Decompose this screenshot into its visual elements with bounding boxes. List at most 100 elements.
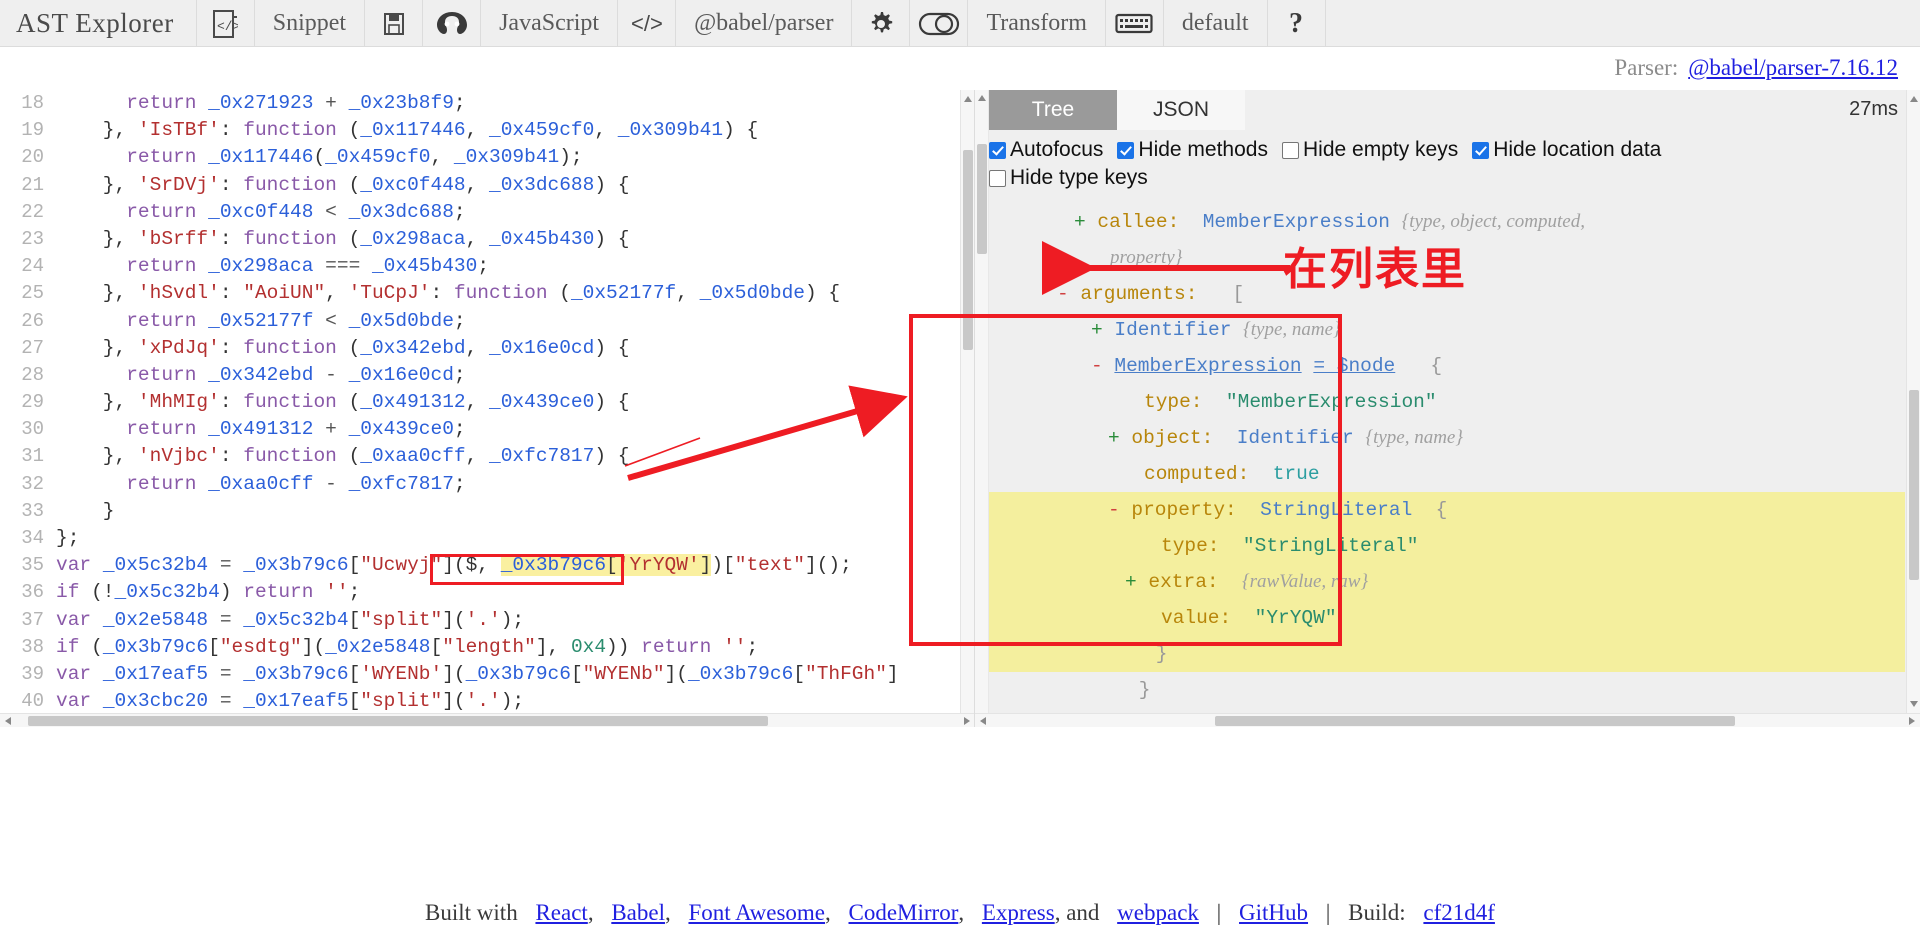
keymap-selector[interactable]: default [1164,0,1268,47]
code-editor[interactable]: 18 return _0x271923 + _0x23b8f9; 19 }, 'I… [0,90,975,727]
code-text: return _0x491312 + _0x439ce0; [126,418,466,441]
code-line[interactable]: 21 }, 'SrDVj': function (_0xc0f448, _0x3… [0,172,974,199]
code-line[interactable]: 19 }, 'IsTBf': function (_0x117446, _0x4… [0,117,974,144]
code-line[interactable]: 28 return _0x342ebd - _0x16e0cd; [0,362,974,389]
code-text: }; [56,527,80,549]
code-line[interactable]: 40 var _0x3cbc20 = _0x17eaf5["split"]('.'… [0,688,974,715]
scroll-left-arrow-icon[interactable] [5,717,11,725]
ast-tree-node[interactable]: value: "YrYQW" [989,600,1905,636]
code-line[interactable]: 36 if (!_0x5c32b4) return ''; [0,579,974,606]
checkbox-hide-empty-keys[interactable]: Hide empty keys [1281,136,1459,164]
footer-link-codemirror[interactable]: CodeMirror [849,900,959,926]
language-selector[interactable]: JavaScript [481,0,619,47]
ast-panel: Tree JSON 27ms Autofocus Hide methods Hi… [975,90,1920,727]
checkbox-box-icon[interactable] [1117,141,1135,159]
scroll-right-arrow-icon[interactable] [1909,717,1915,725]
scroll-thumb-horizontal[interactable] [28,716,768,726]
code-line[interactable]: 20 return _0x117446(_0x459cf0, _0x309b41… [0,144,974,171]
file-code-icon[interactable]: </> [197,0,255,47]
code-line[interactable]: 23 }, 'bSrff': function (_0x298aca, _0x4… [0,226,974,253]
scroll-up-arrow-icon[interactable] [964,96,972,102]
ast-tree-node[interactable]: } [989,636,1905,672]
tab-tree[interactable]: Tree [989,90,1117,130]
ast-horizontal-scrollbar[interactable] [975,713,1920,727]
line-number: 40 [21,690,44,713]
ast-tree-node[interactable]: + object: Identifier {type, name} [989,420,1905,456]
checkbox-autofocus[interactable]: Autofocus [989,136,1103,164]
checkbox-hide-methods[interactable]: Hide methods [1117,136,1268,164]
question-mark-icon[interactable]: ? [1268,0,1326,47]
code-line[interactable]: 38 if (_0x3b79c6["esdtg"](_0x2e5848["leng… [0,634,974,661]
checkbox-hide-location-data[interactable]: Hide location data [1472,136,1661,164]
checkbox-box-icon[interactable] [989,169,1006,187]
tab-json[interactable]: JSON [1117,90,1245,130]
ast-tree-node[interactable]: + extra: {rawValue, raw} [989,564,1905,600]
snippet-label[interactable]: Snippet [255,0,366,47]
editor-horizontal-scrollbar[interactable] [0,713,974,727]
checkbox-label: Hide empty keys [1302,138,1459,161]
expand-toggle-icon: + [1125,571,1137,593]
code-line[interactable]: 25 }, 'hSvdl': "AoiUN", 'TuCpJ': functio… [0,280,974,307]
footer-link-webpack[interactable]: webpack [1117,900,1199,926]
ast-tree-node[interactable]: computed: true [989,456,1905,492]
code-line[interactable]: 18 return _0x271923 + _0x23b8f9; [0,90,974,117]
scroll-thumb-horizontal[interactable] [1215,716,1735,726]
transform-selector[interactable]: Transform [968,0,1106,47]
page-scroll-strip[interactable] [975,90,989,713]
ast-tree-node[interactable]: + Identifier {type, name} [989,312,1905,348]
scroll-down-arrow-icon[interactable] [1910,701,1918,707]
footer-link-font-awesome[interactable]: Font Awesome [688,900,825,926]
code-line[interactable]: 37 var _0x2e5848 = _0x5c32b4["split"]('.'… [0,607,974,634]
floppy-save-icon[interactable] [365,0,424,47]
ast-tree-node[interactable]: - property: StringLiteral { [989,492,1905,528]
code-line[interactable]: 24 return _0x298aca === _0x45b430; [0,253,974,280]
line-number: 27 [21,336,44,359]
gear-icon[interactable] [852,0,911,47]
parser-version-link[interactable]: @babel/parser-7.16.12 [1688,55,1898,81]
code-line[interactable]: 31 }, 'nVjbc': function (_0xaa0cff, _0xf… [0,443,974,470]
scroll-left-arrow-icon[interactable] [980,717,986,725]
checkbox-box-icon[interactable] [1472,141,1490,159]
code-line[interactable]: 27 }, 'xPdJq': function (_0x342ebd, _0x1… [0,335,974,362]
line-number: 36 [21,581,44,604]
footer-link-express[interactable]: Express [982,900,1055,926]
scroll-thumb[interactable] [963,150,973,350]
code-line[interactable]: 29 }, 'MhMIg': function (_0x491312, _0x4… [0,389,974,416]
ast-vertical-scrollbar[interactable] [1906,90,1920,713]
scroll-thumb[interactable] [1909,390,1919,580]
checkbox-box-icon[interactable] [1281,141,1299,159]
code-line[interactable]: 39 var _0x17eaf5 = _0x3b79c6['WYENb'](_0x… [0,661,974,688]
checkbox-box-icon[interactable] [989,141,1006,159]
ast-tree-node[interactable]: type: "StringLiteral" [989,528,1905,564]
ast-tree-node[interactable]: } [989,672,1905,707]
code-line[interactable]: 33 } [0,498,974,525]
scroll-up-arrow-icon[interactable] [1910,96,1918,102]
toggle-switch-icon[interactable] [910,0,969,47]
line-number: 25 [21,282,44,305]
code-line[interactable]: 32 return _0xaa0cff - _0xfc7817; [0,471,974,498]
footer-build-hash[interactable]: cf21d4f [1423,900,1495,926]
code-text: return _0x52177f < _0x5d0bde; [126,309,466,332]
ast-view-tabs: Tree JSON [989,90,1245,130]
babel-logo-icon[interactable] [423,0,482,47]
ast-tree-node[interactable]: type: "MemberExpression" [989,384,1905,420]
code-line[interactable]: 30 return _0x491312 + _0x439ce0; [0,416,974,443]
code-line[interactable]: 34}; [0,525,974,552]
editor-vertical-scrollbar[interactable] [960,90,974,727]
parser-selector[interactable]: @babel/parser [676,0,853,47]
parser-label: Parser: [1614,55,1679,80]
code-brackets-icon[interactable]: </> [618,0,677,47]
checkbox-hide-type-keys[interactable]: Hide type keys [989,164,1148,192]
ast-tree-node[interactable]: - MemberExpression = $node { [989,348,1905,384]
code-line[interactable]: 22 return _0xc0f448 < _0x3dc688; [0,199,974,226]
code-line[interactable]: 35 var _0x5c32b4 = _0x3b79c6["Ucwyj"]($, … [0,552,974,579]
page-scroll-up-arrow-icon[interactable] [978,95,986,101]
scroll-right-arrow-icon[interactable] [964,717,970,725]
footer-link-react[interactable]: React [535,900,587,926]
footer-link-babel[interactable]: Babel [611,900,665,926]
page-scroll-thumb[interactable] [977,144,987,254]
code-line[interactable]: 26 return _0x52177f < _0x5d0bde; [0,308,974,335]
footer-link-github[interactable]: GitHub [1239,900,1308,926]
keyboard-icon[interactable] [1106,0,1164,47]
line-number: 21 [21,173,44,196]
